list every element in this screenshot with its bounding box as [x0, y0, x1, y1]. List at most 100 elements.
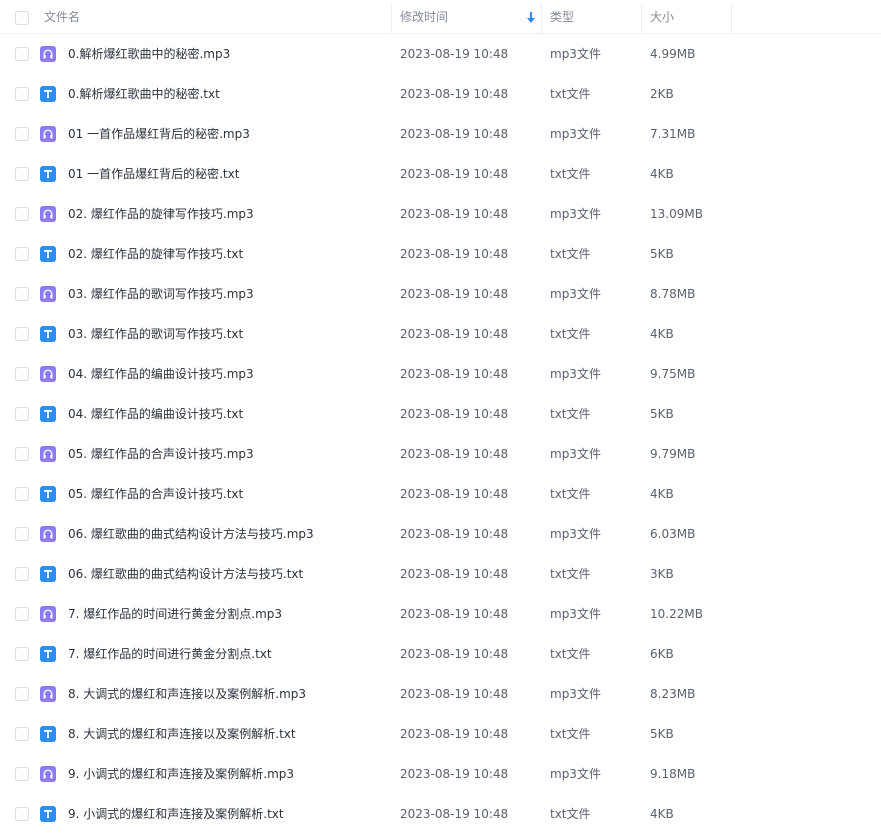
table-row[interactable]: 01 一首作品爆红背后的秘密.mp3 2023-08-19 10:48 mp3文… — [0, 114, 881, 154]
table-row[interactable]: 01 一首作品爆红背后的秘密.txt 2023-08-19 10:48 txt文… — [0, 154, 881, 194]
table-row[interactable]: 06. 爆红歌曲的曲式结构设计方法与技巧.mp3 2023-08-19 10:4… — [0, 514, 881, 554]
file-size: 9.79MB — [650, 447, 696, 461]
table-row[interactable]: 05. 爆红作品的合声设计技巧.mp3 2023-08-19 10:48 mp3… — [0, 434, 881, 474]
file-name[interactable]: 02. 爆红作品的旋律写作技巧.mp3 — [68, 194, 254, 234]
text-file-icon — [40, 726, 56, 742]
column-divider[interactable] — [391, 4, 392, 34]
row-checkbox[interactable] — [15, 127, 29, 141]
headphones-icon — [40, 526, 56, 542]
row-checkbox[interactable] — [15, 567, 29, 581]
table-row[interactable]: 06. 爆红歌曲的曲式结构设计方法与技巧.txt 2023-08-19 10:4… — [0, 554, 881, 594]
text-file-icon — [40, 166, 56, 182]
table-row[interactable]: 0.解析爆红歌曲中的秘密.txt 2023-08-19 10:48 txt文件 … — [0, 74, 881, 114]
file-name[interactable]: 7. 爆红作品的时间进行黄金分割点.mp3 — [68, 594, 282, 634]
file-type: txt文件 — [550, 407, 591, 421]
table-row[interactable]: 03. 爆红作品的歌词写作技巧.txt 2023-08-19 10:48 txt… — [0, 314, 881, 354]
row-checkbox[interactable] — [15, 527, 29, 541]
file-size: 10.22MB — [650, 607, 703, 621]
file-size: 4.99MB — [650, 47, 696, 61]
select-all-checkbox[interactable] — [15, 11, 29, 25]
file-name[interactable]: 04. 爆红作品的编曲设计技巧.txt — [68, 394, 243, 434]
file-name[interactable]: 03. 爆红作品的歌词写作技巧.txt — [68, 314, 243, 354]
sort-down-arrow-icon[interactable] — [527, 12, 535, 23]
row-checkbox[interactable] — [15, 447, 29, 461]
list-header: 文件名 修改时间 类型 大小 — [0, 0, 881, 34]
file-name[interactable]: 01 一首作品爆红背后的秘密.txt — [68, 154, 239, 194]
row-checkbox[interactable] — [15, 207, 29, 221]
headphones-icon — [40, 686, 56, 702]
file-name[interactable]: 9. 小调式的爆红和声连接及案例解析.txt — [68, 794, 284, 834]
text-file-icon — [40, 486, 56, 502]
row-checkbox[interactable] — [15, 47, 29, 61]
file-name[interactable]: 04. 爆红作品的编曲设计技巧.mp3 — [68, 354, 254, 394]
table-row[interactable]: 03. 爆红作品的歌词写作技巧.mp3 2023-08-19 10:48 mp3… — [0, 274, 881, 314]
column-header-modified[interactable]: 修改时间 — [400, 0, 448, 34]
file-name[interactable]: 05. 爆红作品的合声设计技巧.mp3 — [68, 434, 254, 474]
file-name[interactable]: 7. 爆红作品的时间进行黄金分割点.txt — [68, 634, 272, 674]
column-header-size[interactable]: 大小 — [650, 0, 674, 34]
row-checkbox[interactable] — [15, 167, 29, 181]
file-name[interactable]: 03. 爆红作品的歌词写作技巧.mp3 — [68, 274, 254, 314]
file-modified-time: 2023-08-19 10:48 — [400, 807, 509, 821]
headphones-icon — [40, 766, 56, 782]
file-type: txt文件 — [550, 327, 591, 341]
table-row[interactable]: 02. 爆红作品的旋律写作技巧.txt 2023-08-19 10:48 txt… — [0, 234, 881, 274]
column-divider[interactable] — [641, 4, 642, 34]
column-divider[interactable] — [541, 4, 542, 34]
file-name[interactable]: 06. 爆红歌曲的曲式结构设计方法与技巧.txt — [68, 554, 303, 594]
file-name[interactable]: 8. 大调式的爆红和声连接以及案例解析.txt — [68, 714, 296, 754]
table-row[interactable]: 7. 爆红作品的时间进行黄金分割点.txt 2023-08-19 10:48 t… — [0, 634, 881, 674]
text-file-icon — [40, 806, 56, 822]
file-type: mp3文件 — [550, 367, 601, 381]
row-checkbox[interactable] — [15, 767, 29, 781]
row-checkbox[interactable] — [15, 687, 29, 701]
row-checkbox[interactable] — [15, 247, 29, 261]
table-row[interactable]: 04. 爆红作品的编曲设计技巧.txt 2023-08-19 10:48 txt… — [0, 394, 881, 434]
file-modified-time: 2023-08-19 10:48 — [400, 727, 509, 741]
table-row[interactable]: 9. 小调式的爆红和声连接及案例解析.mp3 2023-08-19 10:48 … — [0, 754, 881, 794]
table-row[interactable]: 9. 小调式的爆红和声连接及案例解析.txt 2023-08-19 10:48 … — [0, 794, 881, 834]
column-divider[interactable] — [731, 4, 732, 34]
text-file-icon — [40, 566, 56, 582]
column-header-name[interactable]: 文件名 — [44, 0, 80, 34]
row-checkbox[interactable] — [15, 367, 29, 381]
row-checkbox[interactable] — [15, 327, 29, 341]
file-size: 8.78MB — [650, 287, 696, 301]
row-checkbox[interactable] — [15, 647, 29, 661]
table-row[interactable]: 0.解析爆红歌曲中的秘密.mp3 2023-08-19 10:48 mp3文件 … — [0, 34, 881, 74]
file-type: txt文件 — [550, 807, 591, 821]
file-type: mp3文件 — [550, 767, 601, 781]
row-checkbox[interactable] — [15, 727, 29, 741]
file-modified-time: 2023-08-19 10:48 — [400, 47, 509, 61]
row-checkbox[interactable] — [15, 407, 29, 421]
file-name[interactable]: 0.解析爆红歌曲中的秘密.mp3 — [68, 34, 230, 74]
file-name[interactable]: 01 一首作品爆红背后的秘密.mp3 — [68, 114, 250, 154]
table-row[interactable]: 05. 爆红作品的合声设计技巧.txt 2023-08-19 10:48 txt… — [0, 474, 881, 514]
table-row[interactable]: 02. 爆红作品的旋律写作技巧.mp3 2023-08-19 10:48 mp3… — [0, 194, 881, 234]
row-checkbox[interactable] — [15, 487, 29, 501]
file-size: 9.18MB — [650, 767, 696, 781]
table-row[interactable]: 8. 大调式的爆红和声连接以及案例解析.txt 2023-08-19 10:48… — [0, 714, 881, 754]
headphones-icon — [40, 206, 56, 222]
file-modified-time: 2023-08-19 10:48 — [400, 447, 509, 461]
file-name[interactable]: 06. 爆红歌曲的曲式结构设计方法与技巧.mp3 — [68, 514, 314, 554]
file-type: txt文件 — [550, 647, 591, 661]
file-name[interactable]: 02. 爆红作品的旋律写作技巧.txt — [68, 234, 243, 274]
headphones-icon — [40, 606, 56, 622]
file-name[interactable]: 05. 爆红作品的合声设计技巧.txt — [68, 474, 243, 514]
row-checkbox[interactable] — [15, 807, 29, 821]
file-name[interactable]: 0.解析爆红歌曲中的秘密.txt — [68, 74, 220, 114]
file-size: 5KB — [650, 727, 674, 741]
row-checkbox[interactable] — [15, 287, 29, 301]
table-row[interactable]: 7. 爆红作品的时间进行黄金分割点.mp3 2023-08-19 10:48 m… — [0, 594, 881, 634]
file-name[interactable]: 9. 小调式的爆红和声连接及案例解析.mp3 — [68, 754, 294, 794]
row-checkbox[interactable] — [15, 607, 29, 621]
file-size: 7.31MB — [650, 127, 696, 141]
column-header-type[interactable]: 类型 — [550, 0, 574, 34]
file-type: txt文件 — [550, 487, 591, 501]
table-row[interactable]: 8. 大调式的爆红和声连接以及案例解析.mp3 2023-08-19 10:48… — [0, 674, 881, 714]
table-row[interactable]: 04. 爆红作品的编曲设计技巧.mp3 2023-08-19 10:48 mp3… — [0, 354, 881, 394]
file-name[interactable]: 8. 大调式的爆红和声连接以及案例解析.mp3 — [68, 674, 306, 714]
row-checkbox[interactable] — [15, 87, 29, 101]
file-size: 8.23MB — [650, 687, 696, 701]
